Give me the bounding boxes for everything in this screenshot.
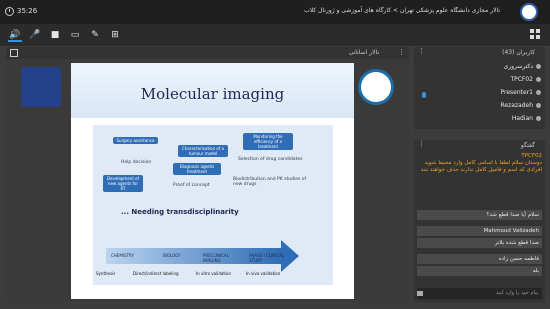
flow-step: In vivo validation (246, 271, 281, 276)
upload-icon[interactable]: ⊞ (108, 28, 122, 42)
slide-text: Help decision (121, 160, 152, 165)
chat-input[interactable]: پیام خود را وارد کنید (417, 288, 542, 299)
user-row[interactable]: Rezazadeh (500, 102, 541, 111)
chat-menu-icon[interactable]: ⋮ (418, 140, 425, 148)
window-icon[interactable] (10, 49, 18, 57)
users-menu-icon[interactable]: ⋮ (418, 47, 425, 55)
slide-text: Selection of drug candidates (238, 157, 303, 162)
flow-step: Direct/indirect labeling (133, 271, 179, 276)
presentation-stage: تالار اساتانی ⋮ Molecular imaging Surger… (6, 47, 409, 302)
user-icon (536, 116, 541, 121)
user-icon (536, 64, 541, 69)
chat-message: سلام آیا صدا قطع شد؟ (417, 210, 542, 220)
chat-message: Mahmoud Valizadeh (417, 226, 542, 236)
user-icon (536, 90, 541, 95)
clock-icon (5, 7, 14, 16)
university-logo (520, 3, 538, 21)
screen-share-icon[interactable]: ▭ (68, 28, 82, 42)
slide-box: Characterisation of a tumour model (178, 145, 228, 157)
users-panel: ⋮ کاربران (43) دکترسروری TPCF02 Presente… (414, 47, 545, 129)
chat-input-placeholder: پیام خود را وارد کنید (495, 290, 538, 296)
toolbar: 🔊 🎤 ■ ▭ ✎ ⊞ (0, 24, 550, 46)
send-icon[interactable] (417, 291, 423, 296)
pen-icon[interactable]: ✎ (88, 28, 102, 42)
flow-label: BIOLOGY (163, 253, 181, 258)
slide-box: Development of new agents for RT (103, 175, 143, 192)
slide: Molecular imaging Surgery assistance Cha… (71, 63, 354, 299)
announcement-text: دوستان سلام لطفا با اسامی کامل وارد محیط… (420, 160, 542, 173)
mic-active-icon (422, 92, 426, 98)
user-row[interactable]: Presenter1 (500, 89, 541, 98)
flow-label: CHEMISTRY (111, 253, 134, 258)
users-panel-header: ⋮ کاربران (43) (414, 47, 545, 58)
department-logo (358, 69, 394, 105)
slide-box: Surgery assistance (113, 137, 158, 144)
user-row[interactable]: Hadian (512, 115, 541, 124)
flow-label: PHASE I CLINICAL STUDY (249, 253, 285, 263)
stage-header: تالار اساتانی ⋮ (6, 47, 409, 59)
chat-message: فاطمه حسن زاده (417, 254, 542, 264)
grid-layout-icon[interactable] (530, 29, 542, 41)
slide-text: Biodistribution and PK studies of new dr… (233, 177, 307, 187)
flow-step: Synthesis (96, 271, 116, 276)
stage-title: تالار اساتانی (348, 49, 379, 56)
user-name: Hadian (511, 115, 533, 122)
camera-icon[interactable]: ■ (48, 28, 62, 42)
users-title: کاربران (43) (502, 49, 535, 56)
chat-panel-header: ⋮ گفتگو (414, 140, 545, 151)
user-icon (536, 77, 541, 82)
user-name: Presenter1 (500, 89, 534, 96)
slide-box: Diagnosis agents treatment (173, 163, 221, 175)
university-emblem (21, 67, 61, 107)
user-icon (536, 103, 541, 108)
slide-subheading: ... Needing transdisciplinarity (121, 208, 239, 216)
mic-muted-icon[interactable]: 🎤 (28, 28, 42, 42)
chat-message: بله (417, 266, 542, 276)
user-name: دکترسروری (503, 63, 533, 70)
chat-message: صدا قطع شده بلاتر (417, 238, 542, 248)
stage-menu-icon[interactable]: ⋮ (398, 48, 405, 56)
session-timer: 35:26 (17, 7, 38, 15)
flow-label: PRECLINICAL IMAGING (203, 253, 229, 263)
slide-text: Proof of concept (173, 183, 210, 188)
slide-title: Molecular imaging (140, 85, 285, 103)
flow-step: In vitro validation (196, 271, 232, 276)
chat-title: گفتگو (520, 142, 535, 149)
slide-header: Molecular imaging (71, 63, 354, 118)
user-row[interactable]: TPCF02 (510, 76, 541, 85)
slide-box: Monitoring the efficiency of a treatment (243, 133, 293, 150)
user-name: Rezazadeh (500, 102, 533, 109)
speaker-icon[interactable]: 🔊 (8, 28, 22, 42)
top-bar: 35:26 تالار مجازی دانشگاه علوم پزشکی تهر… (0, 0, 550, 24)
chat-panel: ⋮ گفتگو TPCF02 دوستان سلام لطفا با اسامی… (414, 140, 545, 302)
window-title: تالار مجازی دانشگاه علوم پزشکی تهران > ک… (304, 7, 500, 14)
announcement-message: TPCF02 دوستان سلام لطفا با اسامی کامل وا… (417, 153, 542, 174)
announcement-sender: TPCF02 (521, 153, 542, 159)
user-name: TPCF02 (510, 76, 533, 83)
user-row[interactable]: دکترسروری (504, 63, 541, 72)
